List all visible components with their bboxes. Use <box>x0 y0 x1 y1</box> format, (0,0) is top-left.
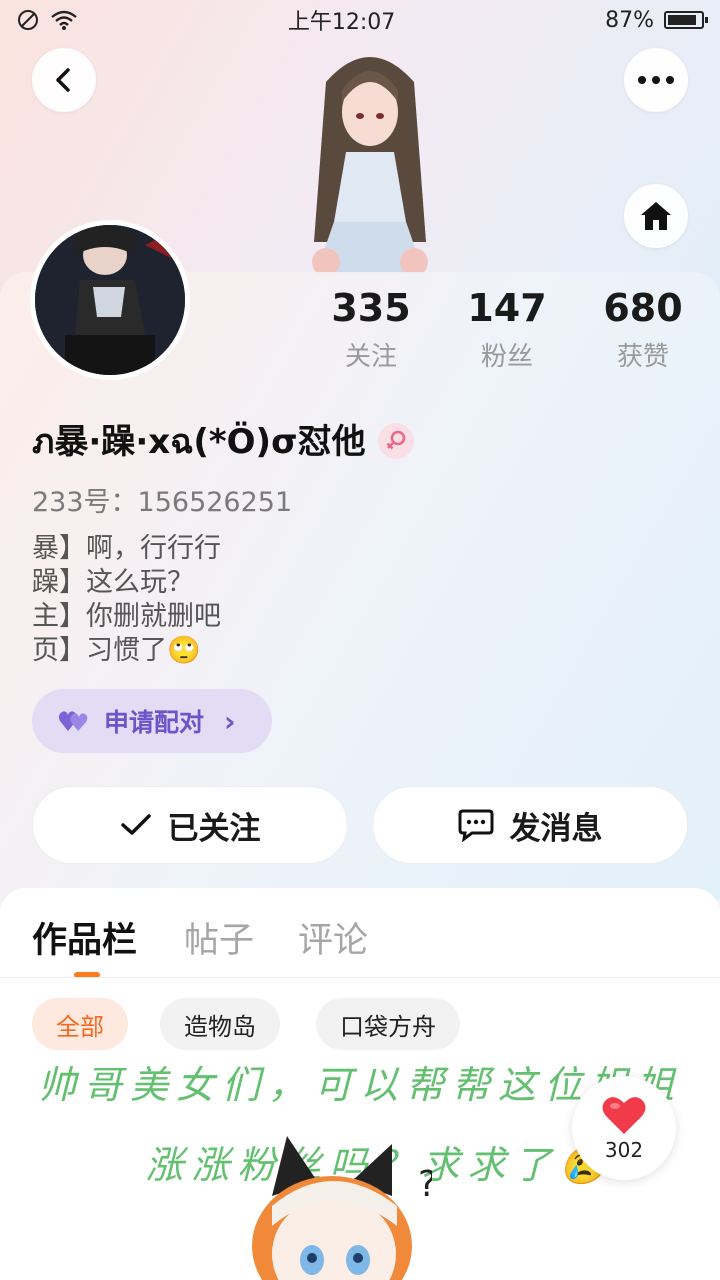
bio-line: 主】你删就删吧 <box>32 601 221 632</box>
bio: 暴】啊，行行行 躁】这么玩？ 主】你删就删吧 页】习惯了🙄 <box>32 532 221 668</box>
filter-chip-pocket-ark[interactable]: 口袋方舟 <box>316 998 460 1050</box>
username-row: ภ暴·躁·xฉ(*Ö)σ怼他 <box>32 414 414 468</box>
stat-label: 获赞 <box>616 342 669 372</box>
no-sim-icon <box>18 10 38 30</box>
more-button[interactable] <box>624 48 688 112</box>
double-heart-icon <box>58 711 88 731</box>
following-label: 已关注 <box>167 810 261 847</box>
pair-label: 申请配对 <box>104 708 205 737</box>
stat-label: 粉丝 <box>480 342 533 372</box>
status-right: 87% <box>605 7 708 33</box>
following-button[interactable]: 已关注 <box>32 786 348 864</box>
female-gender-icon <box>377 423 414 459</box>
user-id: 233号：156526251 <box>32 487 293 518</box>
battery-level <box>668 15 696 25</box>
avatar-image <box>35 225 185 375</box>
bio-line: 暴】啊，行行行 <box>32 533 221 564</box>
stat-value: 147 <box>467 286 547 330</box>
home-button[interactable] <box>624 184 688 248</box>
tab-works[interactable]: 作品栏 <box>32 912 137 963</box>
chat-bubble-icon <box>458 809 493 842</box>
stat-value: 335 <box>331 286 411 330</box>
battery-icon <box>664 11 708 29</box>
battery-percent: 87% <box>605 7 654 33</box>
like-button[interactable]: 302 <box>572 1076 676 1180</box>
stat-followers[interactable]: 147 粉丝 <box>447 286 567 373</box>
chevron-left-icon <box>56 68 70 92</box>
tab-posts[interactable]: 帖子 <box>184 912 254 963</box>
chevron-right-icon: › <box>224 704 236 738</box>
home-icon <box>641 202 671 230</box>
mascot-sticker: ? <box>252 1136 432 1280</box>
check-icon <box>120 814 151 835</box>
filter-chip-all[interactable]: 全部 <box>32 998 128 1050</box>
send-message-button[interactable]: 发消息 <box>372 786 688 864</box>
stat-value: 680 <box>603 286 683 330</box>
bio-line: 页】习惯了🙄 <box>32 635 201 666</box>
stat-following[interactable]: 335 关注 <box>311 286 431 373</box>
stat-likes[interactable]: 680 获赞 <box>583 286 703 373</box>
like-count: 302 <box>604 1138 644 1162</box>
heart-icon <box>602 1097 646 1134</box>
tab-divider <box>0 977 720 978</box>
svg-text:?: ? <box>418 1164 432 1205</box>
filter-chip-creation-island[interactable]: 造物岛 <box>160 998 280 1050</box>
message-label: 发消息 <box>509 810 603 847</box>
status-time: 上午12:07 <box>287 10 396 35</box>
back-button[interactable] <box>32 48 96 112</box>
wifi-icon <box>51 10 77 30</box>
username: ภ暴·躁·xฉ(*Ö)σ怼他 <box>32 422 366 462</box>
status-bar: 上午12:07 87% <box>0 0 720 40</box>
apply-pair-button[interactable]: 申请配对 › <box>32 689 272 753</box>
avatar[interactable] <box>30 220 190 380</box>
bio-line: 躁】这么玩？ <box>32 567 194 598</box>
character-figure <box>312 57 428 274</box>
status-left <box>16 8 78 32</box>
stat-label: 关注 <box>344 342 397 372</box>
more-dots-icon <box>638 76 674 84</box>
tab-comments[interactable]: 评论 <box>298 912 368 963</box>
